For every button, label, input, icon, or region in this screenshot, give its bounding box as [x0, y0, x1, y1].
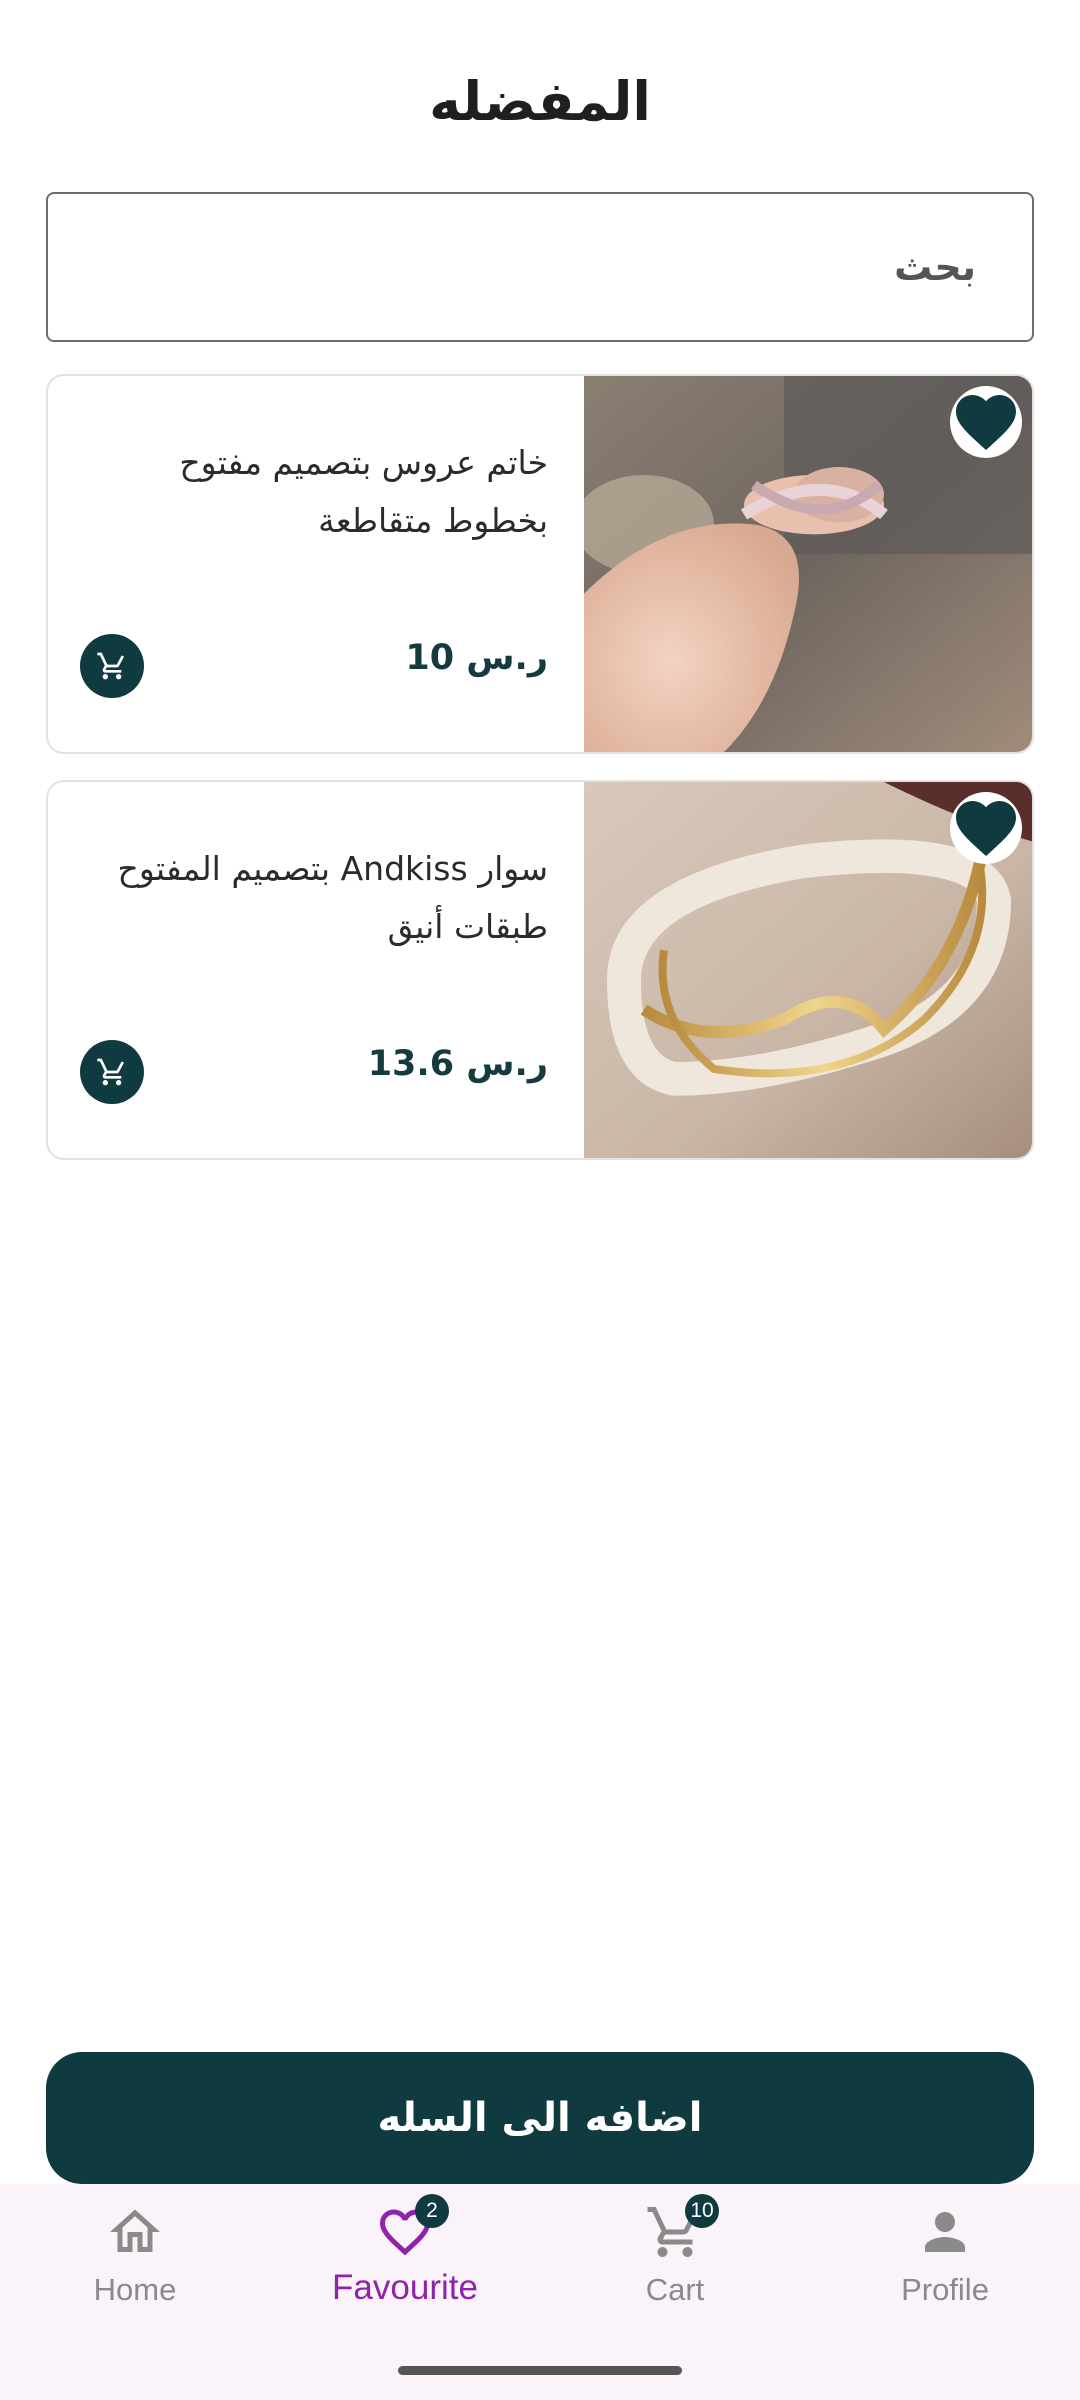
product-price: 10 ر.س — [405, 638, 548, 678]
product-image[interactable] — [584, 782, 1032, 1158]
heart-icon — [956, 395, 1016, 451]
nav-item-cart[interactable]: 10 Cart — [575, 2194, 775, 2332]
cart-icon — [97, 652, 124, 680]
nav-item-home[interactable]: Home — [35, 2202, 235, 2332]
product-title: سوار Andkiss بتصميم المفتوح طبقات أنيق — [117, 849, 548, 946]
cart-count-badge: 10 — [685, 2194, 719, 2228]
add-all-to-cart-button[interactable]: اضافه الى السله — [46, 2052, 1034, 2184]
person-icon — [925, 2212, 965, 2252]
search-placeholder: بحث — [894, 245, 976, 289]
favorite-toggle[interactable] — [950, 792, 1022, 864]
product-price: 13.6 ر.س — [367, 1044, 548, 1084]
add-to-cart-button[interactable] — [80, 634, 144, 698]
nav-label: Cart — [645, 2272, 705, 2307]
add-to-cart-button[interactable] — [80, 1040, 144, 1104]
heart-icon — [956, 801, 1016, 857]
favourite-count-badge: 2 — [415, 2194, 449, 2228]
product-card[interactable]: خاتم عروس بتصميم مفتوح بخطوط متقاطعة 10 … — [46, 374, 1034, 754]
product-image[interactable] — [584, 376, 1032, 752]
nav-item-profile[interactable]: Profile — [845, 2202, 1045, 2332]
favorite-toggle[interactable] — [950, 386, 1022, 458]
search-input[interactable]: بحث — [46, 192, 1034, 342]
home-icon — [110, 2209, 160, 2252]
home-indicator[interactable] — [398, 2366, 682, 2375]
nav-item-favourite[interactable]: 2 Favourite — [305, 2194, 505, 2332]
product-title: خاتم عروس بتصميم مفتوح بخطوط متقاطعة — [179, 443, 548, 540]
nav-label: Profile — [901, 2272, 989, 2307]
cart-icon — [97, 1058, 124, 1086]
nav-label: Home — [93, 2272, 177, 2307]
nav-label: Favourite — [332, 2268, 478, 2307]
page-title: المفضله — [429, 70, 651, 133]
product-card[interactable]: سوار Andkiss بتصميم المفتوح طبقات أنيق 1… — [46, 780, 1034, 1160]
